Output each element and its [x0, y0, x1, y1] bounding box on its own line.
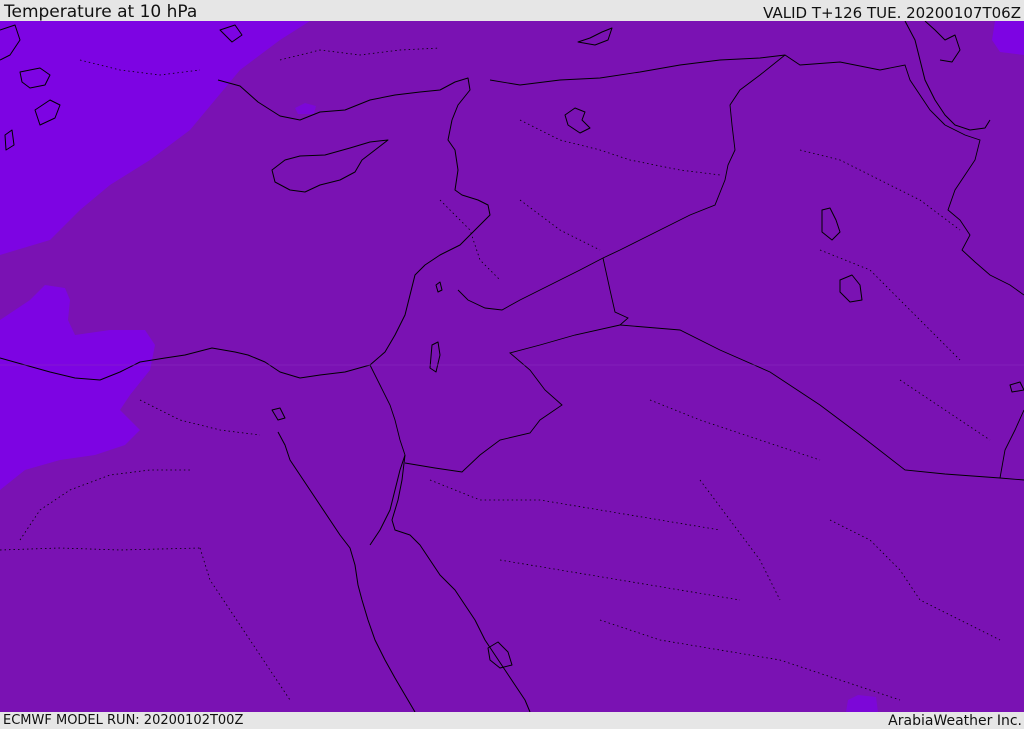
weather-map [0, 21, 1024, 712]
header-bar: Temperature at 10 hPa VALID T+126 TUE. 2… [0, 0, 1024, 22]
model-run: ECMWF MODEL RUN: 20200102T00Z [3, 713, 244, 728]
map-title: Temperature at 10 hPa [4, 2, 198, 22]
valid-time: VALID T+126 TUE. 20200107T06Z [763, 4, 1021, 22]
footer-bar: ECMWF MODEL RUN: 20200102T00Z ArabiaWeat… [0, 712, 1024, 729]
credit-text: ArabiaWeather Inc. [888, 713, 1022, 729]
